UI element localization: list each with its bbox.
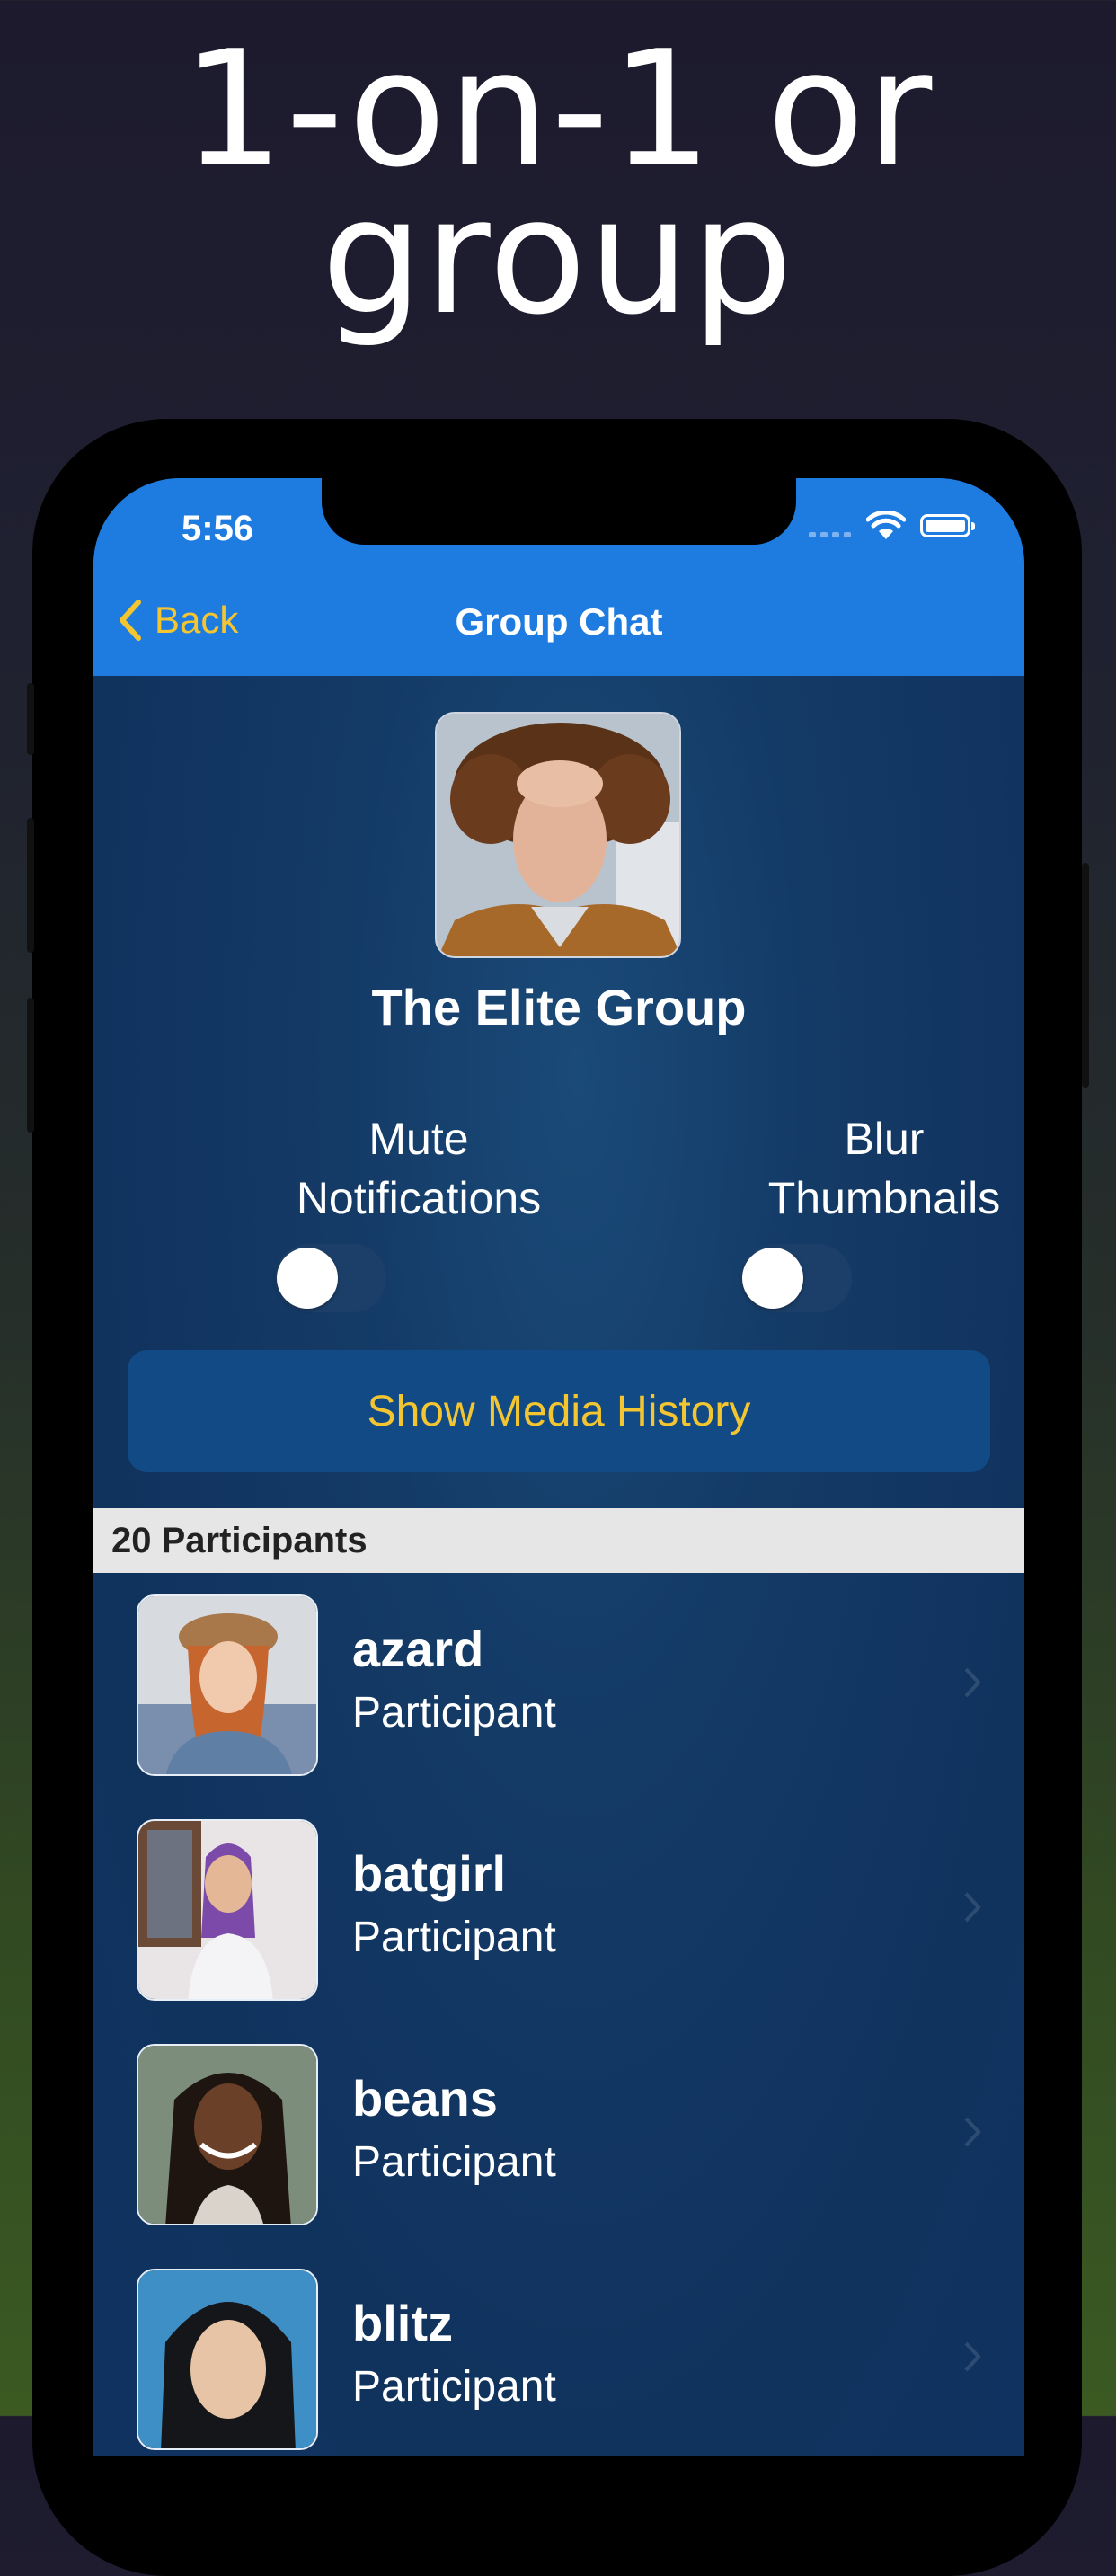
participant-row[interactable]: beans Participant xyxy=(93,2022,1024,2247)
mute-notifications-label: Mute Notifications xyxy=(239,1109,598,1228)
headline-line-1: 1-on-1 or xyxy=(182,16,934,202)
blur-label-line-1: Blur xyxy=(844,1114,925,1164)
participants-header: 20 Participants xyxy=(93,1508,1024,1573)
nav-title: Group Chat xyxy=(455,600,663,643)
mute-notifications-toggle[interactable] xyxy=(275,1244,386,1312)
mute-label-line-1: Mute xyxy=(368,1114,469,1164)
participant-role: Participant xyxy=(352,1914,556,1961)
participant-avatar xyxy=(137,2269,318,2450)
participant-avatar xyxy=(137,1594,318,1776)
phone-power-button xyxy=(1082,863,1089,1088)
marketing-headline: 1-on-1 or group xyxy=(0,16,1116,350)
toggle-knob xyxy=(277,1248,338,1309)
chevron-right-icon xyxy=(964,1892,981,1923)
participant-role: Participant xyxy=(352,2363,556,2411)
participant-row[interactable]: azard Participant xyxy=(93,1573,1024,1798)
chevron-right-icon xyxy=(964,1667,981,1698)
blur-label-line-2: Thumbnails xyxy=(767,1173,1001,1223)
participant-role: Participant xyxy=(352,1689,556,1737)
participant-row[interactable]: blitz Participant xyxy=(93,2247,1024,2456)
show-media-history-label: Show Media History xyxy=(367,1387,751,1435)
phone-screen: 5:56 Back Group Chat The Elite Group Mut… xyxy=(93,478,1024,2456)
blur-thumbnails-label: Blur Thumbnails xyxy=(704,1109,1024,1228)
participant-role: Participant xyxy=(352,2138,556,2186)
phone-side-button xyxy=(27,683,34,755)
chevron-right-icon xyxy=(964,2341,981,2372)
group-name: The Elite Group xyxy=(371,979,747,1035)
headline-line-2: group xyxy=(321,164,795,350)
participant-row[interactable]: batgirl Participant xyxy=(93,1798,1024,2022)
group-avatar-image xyxy=(437,714,679,956)
phone-volume-down-button xyxy=(27,998,34,1133)
navigation-bar: 5:56 Back Group Chat xyxy=(93,478,1024,676)
participant-name: azard xyxy=(352,1621,484,1677)
participant-name: batgirl xyxy=(352,1845,507,1902)
cellular-signal-icon xyxy=(809,532,851,537)
wifi-icon xyxy=(866,511,906,539)
toggle-knob xyxy=(742,1248,803,1309)
participant-avatar xyxy=(137,2044,318,2225)
participant-avatar xyxy=(137,1819,318,2001)
phone-notch xyxy=(322,478,796,545)
status-time: 5:56 xyxy=(182,509,254,548)
phone-volume-up-button xyxy=(27,818,34,953)
participant-name: beans xyxy=(352,2070,498,2127)
group-avatar[interactable] xyxy=(435,712,681,958)
mute-label-line-2: Notifications xyxy=(296,1173,542,1223)
participant-name: blitz xyxy=(352,2295,453,2351)
battery-icon xyxy=(920,514,975,537)
chevron-right-icon xyxy=(964,2117,981,2147)
blur-thumbnails-toggle[interactable] xyxy=(740,1244,852,1312)
show-media-history-button[interactable]: Show Media History xyxy=(128,1350,990,1472)
